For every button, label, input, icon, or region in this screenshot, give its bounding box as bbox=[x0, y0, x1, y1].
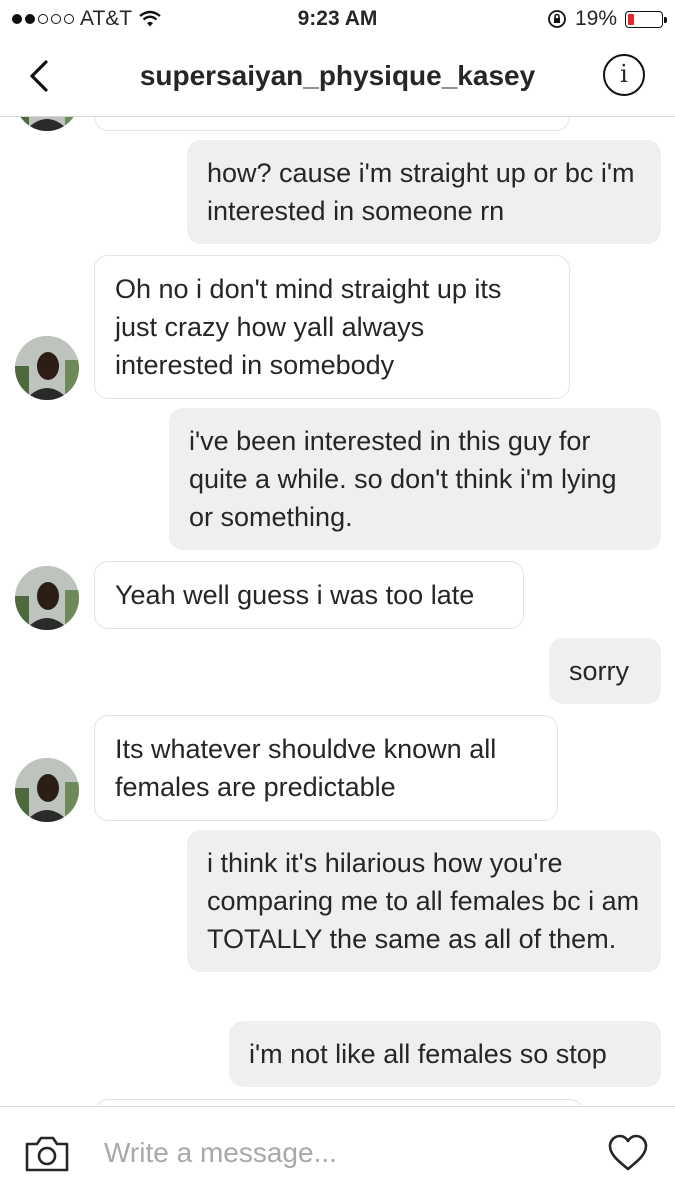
battery-icon bbox=[625, 10, 667, 28]
message-bubble-sent[interactable]: i've been interested in this guy for qui… bbox=[169, 408, 661, 550]
message-text: i think it's hilarious how you're compar… bbox=[207, 848, 640, 954]
avatar[interactable] bbox=[15, 117, 79, 131]
message-bubble-sent[interactable]: i'm not like all females so stop bbox=[229, 1021, 661, 1087]
message-text: Its whatever shouldve known all females … bbox=[115, 734, 497, 802]
orientation-lock-icon bbox=[548, 10, 566, 28]
message-text: Oh no i don't mind straight up its just … bbox=[115, 274, 502, 380]
message-text: i'm not like all females so stop bbox=[249, 1039, 607, 1069]
message-bubble-received[interactable]: Its whatever shouldve known all females … bbox=[94, 715, 558, 821]
message-bubble-received[interactable]: Yeah well guess i was too late bbox=[94, 561, 524, 629]
avatar[interactable] bbox=[15, 336, 79, 400]
message-text: how? cause i'm straight up or bc i'm int… bbox=[207, 158, 635, 226]
conversation-header: supersaiyan_physique_kasey i bbox=[0, 38, 675, 117]
message-bubble-partial bbox=[94, 1099, 584, 1105]
camera-icon[interactable] bbox=[24, 1135, 70, 1173]
status-bar: AT&T 9:23 AM 19% bbox=[0, 0, 675, 38]
message-bubble-received[interactable]: Oh no i don't mind straight up its just … bbox=[94, 255, 570, 399]
message-thread[interactable]: how? cause i'm straight up or bc i'm int… bbox=[0, 117, 675, 1105]
message-text: i've been interested in this guy for qui… bbox=[189, 426, 617, 532]
avatar[interactable] bbox=[15, 758, 79, 822]
battery-percent: 19% bbox=[574, 7, 617, 30]
battery-group: 19% bbox=[547, 7, 667, 31]
message-bubble-sent[interactable]: i think it's hilarious how you're compar… bbox=[187, 830, 661, 972]
message-composer: Write a message... bbox=[0, 1106, 675, 1201]
heart-icon[interactable] bbox=[607, 1133, 649, 1173]
conversation-title[interactable]: supersaiyan_physique_kasey bbox=[0, 60, 675, 92]
message-bubble-sent[interactable]: sorry bbox=[549, 638, 661, 704]
message-input[interactable]: Write a message... bbox=[104, 1137, 337, 1169]
avatar[interactable] bbox=[15, 566, 79, 630]
message-text: Yeah well guess i was too late bbox=[115, 580, 475, 610]
message-bubble-partial bbox=[94, 117, 570, 131]
message-bubble-sent[interactable]: how? cause i'm straight up or bc i'm int… bbox=[187, 140, 661, 244]
info-icon[interactable]: i bbox=[603, 54, 645, 96]
message-text: sorry bbox=[569, 656, 629, 686]
